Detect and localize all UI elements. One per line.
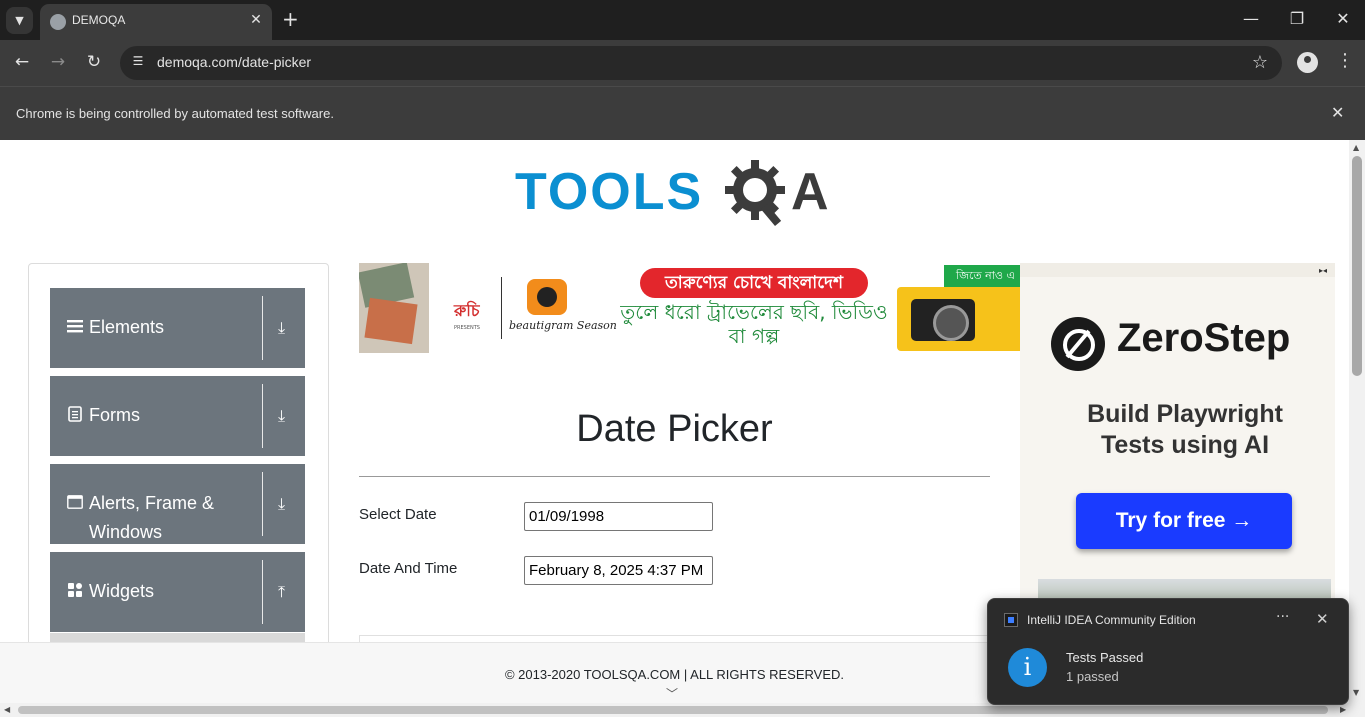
camera-icon xyxy=(911,299,975,341)
scroll-down-icon[interactable]: ▼ xyxy=(1353,688,1359,697)
try-for-free-button[interactable]: Try for free → xyxy=(1076,493,1292,549)
camera-icon xyxy=(527,279,567,315)
url-text[interactable]: demoqa.com/date-picker xyxy=(157,54,311,70)
ad-close-icon[interactable]: ▸◂ xyxy=(1319,266,1327,275)
banner-brand-name: রুচি xyxy=(454,301,480,320)
infobar-close-icon[interactable]: ✕ xyxy=(1331,103,1344,122)
banner-brand: রুচি PRESENTS xyxy=(454,298,480,331)
scroll-left-icon[interactable]: ◀ xyxy=(4,705,10,714)
date-time-input[interactable]: February 8, 2025 4:37 PM xyxy=(524,556,713,585)
notification-close-icon[interactable]: ✕ xyxy=(1316,610,1329,628)
tab-close-icon[interactable]: ✕ xyxy=(247,12,265,28)
scroll-up-icon[interactable]: ▲ xyxy=(1353,143,1359,152)
banner-ad[interactable]: রুচি PRESENTS beautigram Season তারুণ্যে… xyxy=(359,263,1020,353)
info-icon: i xyxy=(1008,648,1047,687)
banner-corner-text: জিতে নাও এ xyxy=(944,265,1020,287)
url-host: demoqa.com xyxy=(157,54,238,70)
group-divider xyxy=(262,384,263,448)
new-tab-button[interactable]: + xyxy=(282,8,299,30)
sidebar-group-label: Forms xyxy=(89,405,140,425)
address-bar[interactable]: ☰ demoqa.com/date-picker ☆ xyxy=(120,46,1282,80)
ad-tagline: Build Playwright Tests using AI xyxy=(1087,400,1283,459)
sidebar-group-label: Elements xyxy=(89,317,165,337)
logo-text-a: A xyxy=(791,163,829,221)
sidebar-group-label: Widgets xyxy=(89,581,155,601)
restore-icon[interactable]: ❐ xyxy=(1282,9,1312,28)
notification-body: 1 passed xyxy=(1066,669,1119,684)
page-title: Date Picker xyxy=(576,408,773,450)
tab-search-button[interactable]: ▼ xyxy=(6,7,33,34)
site-info-icon[interactable]: ☰ xyxy=(129,54,147,72)
expand-icon[interactable]: ⤓ xyxy=(278,406,296,426)
intellij-notification[interactable]: IntelliJ IDEA Community Edition ··· ✕ i … xyxy=(987,598,1349,705)
window-close-icon[interactable]: ✕ xyxy=(1328,9,1358,28)
grid-icon xyxy=(68,583,82,597)
tab-strip: ▼ DEMOQA ✕ + — ❐ ✕ xyxy=(0,0,1365,40)
zerostep-logo-icon xyxy=(1051,317,1105,371)
bookmark-star-icon[interactable]: ☆ xyxy=(1252,52,1268,73)
notification-title: Tests Passed xyxy=(1066,650,1144,665)
minimize-icon[interactable]: — xyxy=(1236,9,1266,28)
date-time-label: Date And Time xyxy=(359,560,458,577)
sidebar-group-widgets[interactable]: Widgets ⤒ xyxy=(50,552,305,632)
select-date-input[interactable]: 01/09/1998 xyxy=(524,502,713,531)
title-divider xyxy=(359,476,990,477)
group-divider xyxy=(262,560,263,624)
chevron-down-icon[interactable]: ﹀ xyxy=(666,685,678,702)
notification-app-name: IntelliJ IDEA Community Edition xyxy=(1027,613,1196,627)
more-options-icon[interactable]: ··· xyxy=(1276,609,1289,625)
scrollbar-thumb[interactable] xyxy=(18,706,1328,714)
back-arrow-icon[interactable]: ← xyxy=(10,52,34,72)
infobar-message: Chrome is being controlled by automated … xyxy=(16,106,334,121)
expand-icon[interactable]: ⤓ xyxy=(278,318,296,338)
gear-magnifier-icon xyxy=(725,160,785,226)
toolsqa-logo[interactable]: TOOLS A xyxy=(515,156,840,231)
forward-arrow-icon[interactable]: → xyxy=(46,52,70,72)
scrollbar-thumb[interactable] xyxy=(1352,156,1362,376)
horizontal-scrollbar[interactable]: ◀ ▶ xyxy=(0,703,1365,717)
more-vert-icon[interactable]: ⋮ xyxy=(1336,50,1354,71)
intellij-app-icon xyxy=(1004,613,1018,627)
url-path: /date-picker xyxy=(237,54,312,70)
sidebar-menu: Elements ⤓ Forms ⤓ Alerts, Frame & Windo… xyxy=(28,263,329,703)
banner-divider xyxy=(501,277,502,339)
sidebar-group-forms[interactable]: Forms ⤓ xyxy=(50,376,305,456)
group-divider xyxy=(262,472,263,536)
sidebar-group-alerts[interactable]: Alerts, Frame & Windows ⤓ xyxy=(50,464,305,544)
banner-photo xyxy=(364,297,418,345)
sidebar-group-label: Alerts, Frame & Windows xyxy=(89,493,215,542)
window-icon xyxy=(67,495,83,509)
sidebar-group-elements[interactable]: Elements ⤓ xyxy=(50,288,305,368)
collapse-icon[interactable]: ⤒ xyxy=(278,582,296,602)
select-date-label: Select Date xyxy=(359,506,437,523)
logo-text-tools: TOOLS xyxy=(515,163,704,221)
banner-brand-sub: PRESENTS xyxy=(454,325,480,331)
ad-brand: ZeroStep xyxy=(1117,316,1291,360)
browser-toolbar: ← → ↻ ☰ demoqa.com/date-picker ☆ ⋮ xyxy=(0,40,1365,86)
automation-infobar: Chrome is being controlled by automated … xyxy=(0,86,1365,140)
banner-subline: তুলে ধরো ট্রাভেলের ছবি, ভিডিও বা গল্প xyxy=(620,300,888,348)
tab-title: DEMOQA xyxy=(72,13,126,27)
banner-camera-panel xyxy=(897,287,1020,351)
banner-headline: তারুণ্যের চোখে বাংলাদেশ xyxy=(640,268,868,298)
document-icon xyxy=(68,406,82,422)
vertical-scrollbar[interactable]: ▲ ▼ xyxy=(1349,140,1365,703)
ad-pattern xyxy=(1020,263,1335,277)
hamburger-icon xyxy=(67,320,83,333)
banner-photo-collage xyxy=(359,263,429,353)
chevron-down-icon: ▼ xyxy=(15,14,24,27)
globe-icon xyxy=(50,14,66,30)
expand-icon[interactable]: ⤓ xyxy=(278,494,296,514)
profile-icon[interactable] xyxy=(1297,52,1318,73)
reload-icon[interactable]: ↻ xyxy=(82,52,106,72)
scroll-right-icon[interactable]: ▶ xyxy=(1340,705,1346,714)
banner-campaign: beautigram Season xyxy=(509,319,617,332)
group-divider xyxy=(262,296,263,360)
active-tab[interactable]: DEMOQA ✕ xyxy=(40,4,272,40)
